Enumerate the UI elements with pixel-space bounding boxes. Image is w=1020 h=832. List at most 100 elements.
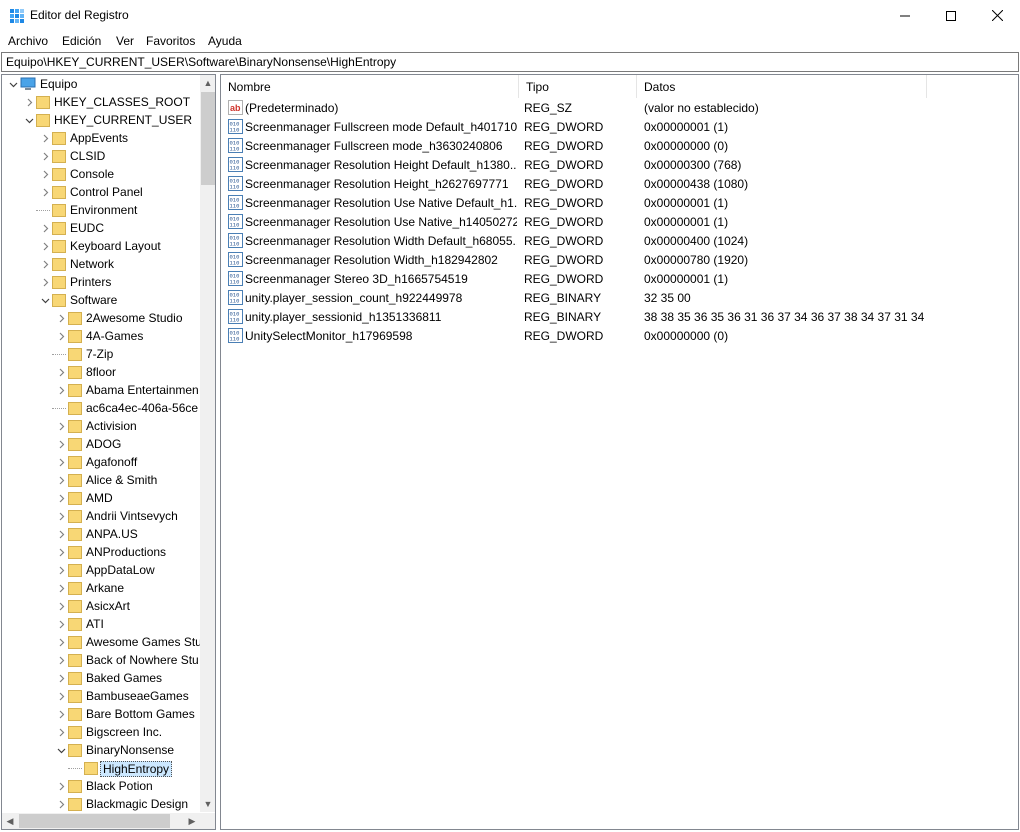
tree-item[interactable]: AsicxArt: [2, 597, 200, 615]
tree-item-label[interactable]: AppEvents: [68, 131, 130, 145]
scroll-right-icon[interactable]: ▶: [184, 813, 200, 829]
tree-item[interactable]: Environment: [2, 201, 200, 219]
tree-item-label[interactable]: Environment: [68, 203, 139, 217]
chevron-right-icon[interactable]: [40, 186, 50, 198]
tree-item-label[interactable]: Baked Games: [84, 671, 164, 685]
value-row[interactable]: 010 110 Screenmanager Resolution Height_h2…: [221, 174, 1018, 193]
tree-item[interactable]: 4A-Games: [2, 327, 200, 345]
tree-item-label[interactable]: HKEY_CLASSES_ROOT: [52, 95, 192, 109]
tree-item[interactable]: ac6ca4ec-406a-56ce: [2, 399, 200, 417]
tree-item-label[interactable]: ADOG: [84, 437, 123, 451]
tree-item[interactable]: EUDC: [2, 219, 200, 237]
address-bar[interactable]: Equipo\HKEY_CURRENT_USER\Software\Binary…: [1, 52, 1019, 72]
menu-edicion[interactable]: Edición: [62, 34, 101, 48]
tree-item-label[interactable]: 4A-Games: [84, 329, 145, 343]
tree-item[interactable]: HighEntropy: [2, 759, 200, 777]
chevron-down-icon[interactable]: [56, 744, 66, 756]
tree-item[interactable]: BinaryNonsense: [2, 741, 200, 759]
tree-item-label[interactable]: AMD: [84, 491, 115, 505]
tree-item[interactable]: ANProductions: [2, 543, 200, 561]
chevron-right-icon[interactable]: [56, 528, 66, 540]
chevron-right-icon[interactable]: [40, 132, 50, 144]
tree-item-label[interactable]: 7-Zip: [84, 347, 115, 361]
tree-hscroll-thumb[interactable]: [19, 814, 170, 828]
column-header-type[interactable]: Tipo: [519, 75, 637, 98]
menu-ayuda[interactable]: Ayuda: [208, 34, 242, 48]
tree-item[interactable]: ATI: [2, 615, 200, 633]
close-button[interactable]: [974, 0, 1020, 31]
value-row[interactable]: 010 110 Screenmanager Resolution Height De…: [221, 155, 1018, 174]
chevron-right-icon[interactable]: [56, 708, 66, 720]
tree-item[interactable]: Arkane: [2, 579, 200, 597]
chevron-right-icon[interactable]: [56, 384, 66, 396]
chevron-right-icon[interactable]: [56, 690, 66, 702]
tree-item[interactable]: Abama Entertainmen: [2, 381, 200, 399]
address-path[interactable]: Equipo\HKEY_CURRENT_USER\Software\Binary…: [6, 55, 396, 69]
tree-item[interactable]: Agafonoff: [2, 453, 200, 471]
tree-item-label[interactable]: BinaryNonsense: [84, 743, 176, 757]
menu-favoritos[interactable]: Favoritos: [146, 34, 195, 48]
value-row[interactable]: ab (Predeterminado) REG_SZ (valor no establ…: [221, 98, 1018, 117]
chevron-right-icon[interactable]: [56, 474, 66, 486]
chevron-right-icon[interactable]: [56, 438, 66, 450]
tree-item[interactable]: BambuseaeGames: [2, 687, 200, 705]
tree-item-label[interactable]: Console: [68, 167, 116, 181]
chevron-right-icon[interactable]: [56, 330, 66, 342]
tree-item-label[interactable]: Blackmagic Design: [84, 797, 190, 811]
tree-item[interactable]: Equipo: [2, 75, 200, 93]
tree-item-label[interactable]: 8floor: [84, 365, 118, 379]
value-row[interactable]: 010 110 Screenmanager Stereo 3D_h166575451…: [221, 269, 1018, 288]
scroll-down-icon[interactable]: ▼: [200, 796, 215, 812]
chevron-right-icon[interactable]: [40, 150, 50, 162]
tree-item-label[interactable]: Black Potion: [84, 779, 155, 793]
tree-item[interactable]: Awesome Games Stu: [2, 633, 202, 651]
chevron-right-icon[interactable]: [56, 726, 66, 738]
scroll-left-icon[interactable]: ◀: [2, 813, 18, 829]
tree-item-label[interactable]: AppDataLow: [84, 563, 157, 577]
value-row[interactable]: 010 110 unity.player_sessionid_h1351336811…: [221, 307, 1018, 326]
tree-item-label[interactable]: Bigscreen Inc.: [84, 725, 164, 739]
tree-scroll-thumb[interactable]: [201, 92, 215, 185]
tree-item[interactable]: Software: [2, 291, 200, 309]
column-header-data[interactable]: Datos: [637, 75, 927, 98]
tree-item[interactable]: Control Panel: [2, 183, 200, 201]
chevron-right-icon[interactable]: [40, 276, 50, 288]
scroll-up-icon[interactable]: ▲: [200, 75, 215, 91]
tree-item-label[interactable]: 2Awesome Studio: [84, 311, 185, 325]
tree-item-label[interactable]: Equipo: [38, 77, 79, 91]
tree-item[interactable]: HKEY_CLASSES_ROOT: [2, 93, 200, 111]
tree-item[interactable]: AMD: [2, 489, 200, 507]
tree-item-label-selected[interactable]: HighEntropy: [100, 761, 173, 777]
chevron-right-icon[interactable]: [56, 510, 66, 522]
tree-item[interactable]: Alice & Smith: [2, 471, 200, 489]
tree-item-label[interactable]: Printers: [68, 275, 113, 289]
tree-item[interactable]: Blackmagic Design: [2, 795, 200, 813]
chevron-right-icon[interactable]: [40, 240, 50, 252]
tree-vertical-scrollbar[interactable]: ▲ ▼: [200, 75, 215, 812]
tree-item[interactable]: Bare Bottom Games: [2, 705, 200, 723]
tree-item[interactable]: Back of Nowhere Stu: [2, 651, 200, 669]
chevron-right-icon[interactable]: [56, 798, 66, 810]
chevron-right-icon[interactable]: [40, 258, 50, 270]
tree-item-label[interactable]: Abama Entertainmen: [84, 383, 201, 397]
tree-item-label[interactable]: CLSID: [68, 149, 107, 163]
tree-item-label[interactable]: EUDC: [68, 221, 106, 235]
value-row[interactable]: 010 110 Screenmanager Resolution Use Nativ…: [221, 193, 1018, 212]
value-row[interactable]: 010 110 Screenmanager Fullscreen mode_h363…: [221, 136, 1018, 155]
tree-item-label[interactable]: BambuseaeGames: [84, 689, 191, 703]
chevron-right-icon[interactable]: [56, 654, 66, 666]
chevron-right-icon[interactable]: [56, 546, 66, 558]
chevron-right-icon[interactable]: [56, 312, 66, 324]
tree-item-label[interactable]: Agafonoff: [84, 455, 139, 469]
tree-item[interactable]: Keyboard Layout: [2, 237, 200, 255]
tree-item-label[interactable]: AsicxArt: [84, 599, 132, 613]
tree-item[interactable]: Black Potion: [2, 777, 200, 795]
column-header-name[interactable]: Nombre: [221, 75, 519, 98]
chevron-right-icon[interactable]: [56, 582, 66, 594]
chevron-right-icon[interactable]: [56, 780, 66, 792]
value-row[interactable]: 010 110 unity.player_session_count_h922449…: [221, 288, 1018, 307]
tree-item-label[interactable]: ATI: [84, 617, 106, 631]
tree-item-label[interactable]: Arkane: [84, 581, 126, 595]
value-row[interactable]: 010 110 UnitySelectMonitor_h17969598 REG_DW…: [221, 326, 1018, 345]
chevron-right-icon[interactable]: [56, 672, 66, 684]
